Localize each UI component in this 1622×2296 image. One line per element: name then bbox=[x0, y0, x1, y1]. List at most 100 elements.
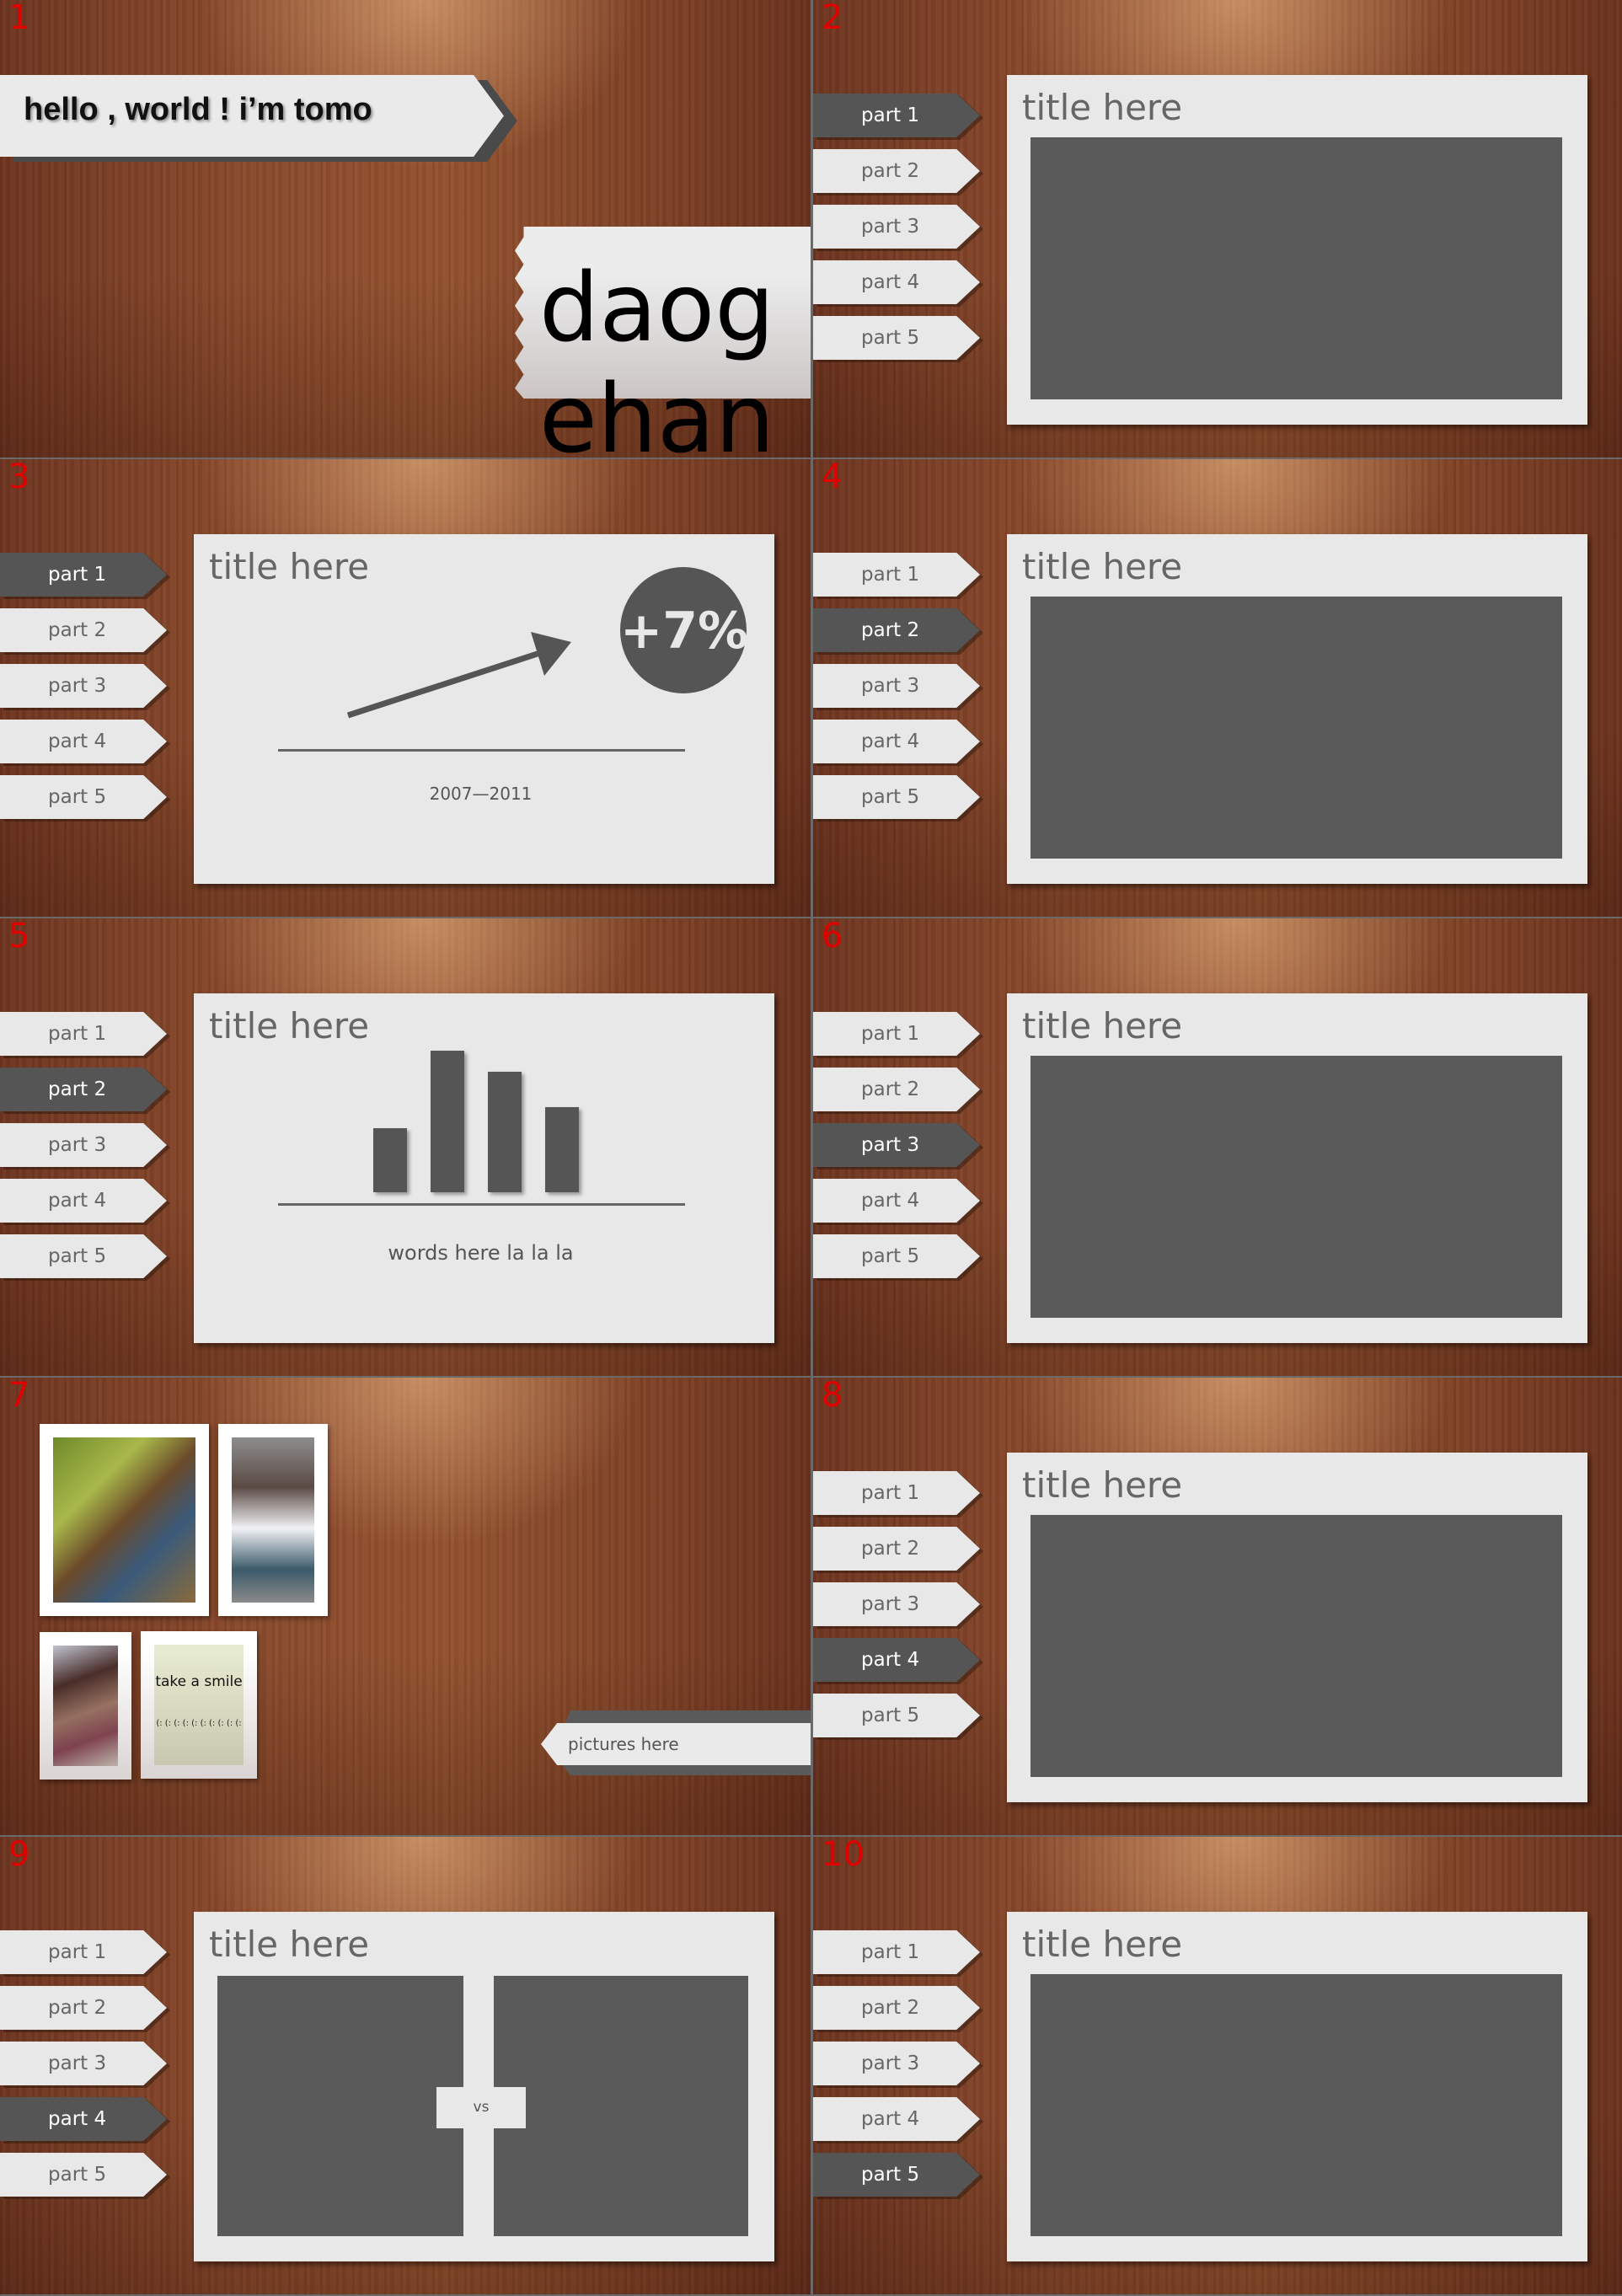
slide-7[interactable]: 7 take a smile (: (: (: (: (: (: (: (: (: … bbox=[0, 1378, 811, 1835]
panel-title: title here bbox=[1022, 1464, 1183, 1506]
part-tab-4[interactable]: part 4 bbox=[0, 2097, 167, 2141]
part-tab-3[interactable]: part 3 bbox=[813, 1123, 980, 1167]
content-panel: title here words here la la la bbox=[194, 993, 774, 1343]
slide-5[interactable]: 5 part 1 part 2 part 3 part 4 part 5 title her… bbox=[0, 918, 811, 1376]
part-tab-2[interactable]: part 2 bbox=[0, 608, 167, 652]
content-placeholder bbox=[1030, 1974, 1562, 2236]
slide-9[interactable]: 9 part 1 part 2 part 3 part 4 part 5 title her… bbox=[0, 1837, 811, 2294]
trend-graphic bbox=[346, 567, 747, 719]
part-tab-3[interactable]: part 3 bbox=[0, 664, 167, 708]
part-tab-1[interactable]: part 1 bbox=[813, 1930, 980, 1974]
photo-couple-frame[interactable] bbox=[40, 1424, 209, 1616]
content-panel: title here bbox=[1007, 534, 1587, 884]
panel-title: title here bbox=[1022, 1924, 1183, 1965]
photo-kids-frame[interactable] bbox=[40, 1632, 131, 1780]
baseline bbox=[278, 749, 685, 752]
slide-number: 3 bbox=[8, 459, 30, 496]
part-tab-3[interactable]: part 3 bbox=[813, 2042, 980, 2085]
subtitle-text: daog ehan bbox=[539, 254, 775, 458]
part-tab-1[interactable]: part 1 bbox=[0, 553, 167, 597]
slide-4[interactable]: 4 part 1 part 2 part 3 part 4 part 5 title her… bbox=[813, 459, 1622, 917]
slide-number: 4 bbox=[822, 459, 843, 496]
part-tab-3[interactable]: part 3 bbox=[0, 2042, 167, 2085]
photo-couple bbox=[53, 1437, 195, 1603]
slide-2[interactable]: 2 part 1 part 2 part 3 part 4 part 5 title her… bbox=[813, 0, 1622, 458]
part-tab-1[interactable]: part 1 bbox=[813, 94, 980, 137]
slide-1[interactable]: 1 hello , world ! i’m tomo daog ehan bbox=[0, 0, 811, 458]
part-tab-2[interactable]: part 2 bbox=[0, 1986, 167, 2030]
part-tab-5[interactable]: part 5 bbox=[0, 2153, 167, 2197]
slide-6[interactable]: 6 part 1 part 2 part 3 part 4 part 5 title her… bbox=[813, 918, 1622, 1376]
content-panel: title here bbox=[1007, 993, 1587, 1343]
slide-number: 7 bbox=[8, 1378, 30, 1415]
slide-number: 6 bbox=[822, 918, 843, 955]
slide-number: 8 bbox=[822, 1378, 843, 1415]
title-text: hello , world ! i’m tomo bbox=[24, 92, 372, 127]
content-placeholder bbox=[1030, 597, 1562, 859]
bar bbox=[431, 1051, 464, 1192]
photo-girl-frame[interactable] bbox=[218, 1424, 328, 1616]
note-text: take a smile bbox=[155, 1673, 243, 1690]
part-tab-1[interactable]: part 1 bbox=[813, 1012, 980, 1056]
photo-girl bbox=[232, 1437, 314, 1603]
part-tab-4[interactable]: part 4 bbox=[813, 1638, 980, 1682]
slide-number: 9 bbox=[8, 1837, 30, 1874]
pictures-label: pictures here bbox=[541, 1723, 811, 1765]
panel-title: title here bbox=[209, 1924, 370, 1965]
part-tab-2[interactable]: part 2 bbox=[813, 1986, 980, 2030]
part-tab-4[interactable]: part 4 bbox=[0, 720, 167, 763]
part-tab-4[interactable]: part 4 bbox=[813, 720, 980, 763]
photo-note-frame[interactable]: take a smile (: (: (: (: (: (: (: (: (: (… bbox=[141, 1631, 257, 1779]
chart-caption: 2007—2011 bbox=[429, 784, 533, 804]
content-panel: title here bbox=[1007, 75, 1587, 425]
part-tab-2[interactable]: part 2 bbox=[813, 1068, 980, 1111]
content-placeholder bbox=[1030, 1056, 1562, 1318]
part-tab-4[interactable]: part 4 bbox=[0, 1179, 167, 1223]
compare-left-placeholder bbox=[217, 1976, 463, 2236]
photo-kids bbox=[53, 1646, 118, 1766]
panel-title: title here bbox=[1022, 546, 1183, 587]
bar bbox=[488, 1072, 522, 1192]
bar bbox=[373, 1128, 407, 1192]
part-tab-5[interactable]: part 5 bbox=[0, 775, 167, 819]
slide-number: 10 bbox=[822, 1837, 865, 1874]
slide-number: 2 bbox=[822, 0, 843, 37]
content-panel: title here vs bbox=[194, 1912, 774, 2261]
slide-number: 5 bbox=[8, 918, 30, 955]
part-tab-2[interactable]: part 2 bbox=[813, 608, 980, 652]
slide-10[interactable]: 10 part 1 part 2 part 3 part 4 part 5 title he… bbox=[813, 1837, 1622, 2294]
panel-title: title here bbox=[1022, 1005, 1183, 1046]
title-banner: hello , world ! i’m tomo bbox=[0, 75, 504, 157]
part-tab-3[interactable]: part 3 bbox=[813, 664, 980, 708]
part-tab-5[interactable]: part 5 bbox=[813, 316, 980, 360]
baseline bbox=[278, 1203, 685, 1206]
slide-3[interactable]: 3 part 1 part 2 part 3 part 4 part 5 title her… bbox=[0, 459, 811, 917]
part-tab-1[interactable]: part 1 bbox=[813, 1471, 980, 1515]
part-tab-3[interactable]: part 3 bbox=[813, 205, 980, 249]
part-tab-2[interactable]: part 2 bbox=[813, 1527, 980, 1571]
part-tab-2[interactable]: part 2 bbox=[0, 1068, 167, 1111]
trend-arrow-icon bbox=[346, 632, 571, 719]
panel-title: title here bbox=[1022, 87, 1183, 128]
part-tab-5[interactable]: part 5 bbox=[813, 2153, 980, 2197]
part-tab-2[interactable]: part 2 bbox=[813, 149, 980, 193]
part-tab-3[interactable]: part 3 bbox=[0, 1123, 167, 1167]
part-tab-4[interactable]: part 4 bbox=[813, 260, 980, 304]
slide-number: 1 bbox=[8, 0, 30, 37]
part-tab-5[interactable]: part 5 bbox=[813, 1234, 980, 1278]
slide-8[interactable]: 8 part 1 part 2 part 3 part 4 part 5 title her… bbox=[813, 1378, 1622, 1835]
panel-title: title here bbox=[209, 1005, 370, 1046]
part-tab-1[interactable]: part 1 bbox=[0, 1012, 167, 1056]
compare-right-placeholder bbox=[494, 1976, 748, 2236]
vs-label: vs bbox=[436, 2087, 526, 2128]
part-tab-3[interactable]: part 3 bbox=[813, 1582, 980, 1626]
note-tabs: (: (: (: (: (: (: (: (: (: (: bbox=[156, 1719, 242, 1728]
content-placeholder bbox=[1030, 1515, 1562, 1777]
part-tab-5[interactable]: part 5 bbox=[813, 775, 980, 819]
part-tab-5[interactable]: part 5 bbox=[0, 1234, 167, 1278]
part-tab-4[interactable]: part 4 bbox=[813, 1179, 980, 1223]
part-tab-5[interactable]: part 5 bbox=[813, 1694, 980, 1737]
part-tab-4[interactable]: part 4 bbox=[813, 2097, 980, 2141]
part-tab-1[interactable]: part 1 bbox=[813, 553, 980, 597]
part-tab-1[interactable]: part 1 bbox=[0, 1930, 167, 1974]
